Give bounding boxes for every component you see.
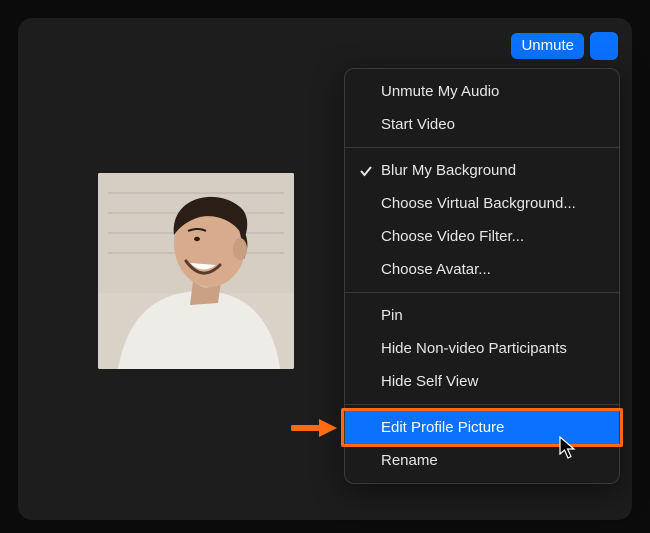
- menu-item[interactable]: Start Video: [345, 108, 619, 141]
- menu-item-label: Unmute My Audio: [381, 83, 499, 100]
- menu-item-label: Choose Video Filter...: [381, 228, 524, 245]
- menu-item[interactable]: Edit Profile Picture: [345, 411, 619, 444]
- video-tile: Unmute: [18, 18, 632, 520]
- menu-item-label: Blur My Background: [381, 162, 516, 179]
- tile-top-right-controls: Unmute: [511, 32, 618, 60]
- menu-separator: [345, 147, 619, 148]
- participant-avatar: [98, 173, 294, 369]
- menu-item[interactable]: Hide Self View: [345, 365, 619, 398]
- menu-item-label: Edit Profile Picture: [381, 419, 504, 436]
- menu-item-label: Hide Self View: [381, 373, 478, 390]
- unmute-button[interactable]: Unmute: [511, 33, 584, 59]
- menu-item[interactable]: Choose Virtual Background...: [345, 187, 619, 220]
- more-options-button[interactable]: [590, 32, 618, 60]
- menu-item[interactable]: Blur My Background: [345, 154, 619, 187]
- menu-item-label: Choose Virtual Background...: [381, 195, 576, 212]
- menu-item[interactable]: Choose Video Filter...: [345, 220, 619, 253]
- menu-item[interactable]: Rename: [345, 444, 619, 477]
- annotation-arrow-icon: [291, 418, 337, 438]
- menu-item[interactable]: Unmute My Audio: [345, 75, 619, 108]
- menu-item-label: Pin: [381, 307, 403, 324]
- menu-item[interactable]: Hide Non-video Participants: [345, 332, 619, 365]
- check-icon: [359, 164, 373, 178]
- menu-separator: [345, 404, 619, 405]
- mouse-cursor-icon: [559, 436, 577, 460]
- menu-item-label: Hide Non-video Participants: [381, 340, 567, 357]
- participant-context-menu[interactable]: Unmute My Audio Start Video Blur My Backgr…: [344, 68, 620, 484]
- menu-item-label: Rename: [381, 452, 438, 469]
- menu-item[interactable]: Pin: [345, 299, 619, 332]
- menu-item-label: Choose Avatar...: [381, 261, 491, 278]
- menu-item[interactable]: Choose Avatar...: [345, 253, 619, 286]
- menu-item-label: Start Video: [381, 116, 455, 133]
- menu-separator: [345, 292, 619, 293]
